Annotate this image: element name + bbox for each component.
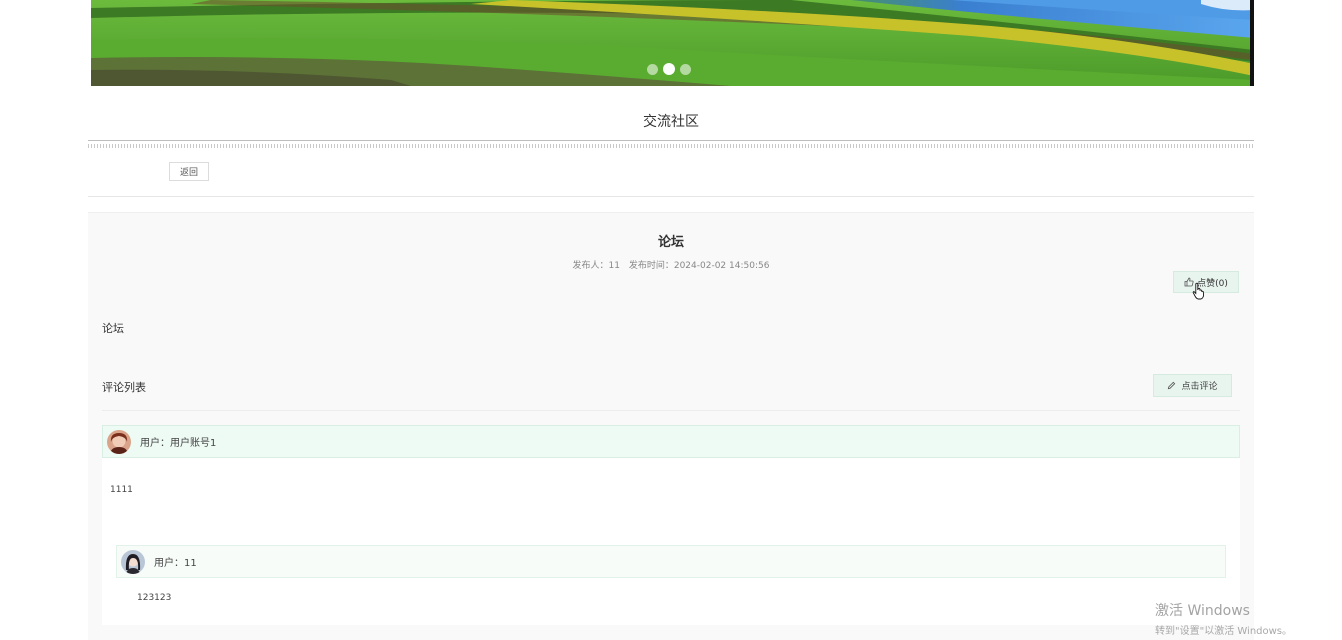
watermark-line-2: 转到"设置"以激活 Windows。 (1155, 626, 1293, 637)
banner-edge (1250, 0, 1254, 86)
reply-header: 用户：11 (116, 545, 1226, 578)
comment-user: 用户：用户账号1 (140, 438, 217, 449)
windows-activation-watermark: 激活 Windows 转到"设置"以激活 Windows。 (1155, 600, 1292, 637)
avatar (107, 429, 131, 454)
section-divider (88, 140, 1254, 141)
post-time: 发布时间：2024-02-02 14:50:56 (628, 261, 770, 271)
add-comment-button[interactable]: 点击评论 (1153, 374, 1232, 397)
comments-divider (102, 410, 1240, 411)
toolbar-divider (88, 196, 1254, 197)
comments-list-label: 评论列表 (102, 381, 146, 394)
like-button[interactable]: 点赞(0) (1173, 271, 1239, 293)
watermark-line-1: 激活 Windows (1155, 603, 1250, 619)
avatar (121, 549, 145, 574)
post-meta: 发布人：11 发布时间：2024-02-02 14:50:56 (88, 258, 1254, 271)
carousel-dots (647, 63, 691, 75)
reply-user: 用户：11 (154, 558, 197, 569)
comment-item: 用户：用户账号1 1111 用户：11 123123 (102, 425, 1240, 625)
comment-text: 1111 (110, 485, 133, 495)
banner-carousel[interactable] (91, 0, 1254, 86)
carousel-dot-2[interactable] (663, 63, 675, 75)
post-panel: 论坛 发布人：11 发布时间：2024-02-02 14:50:56 点赞(0)… (88, 212, 1254, 640)
pencil-icon (1168, 381, 1176, 390)
section-title: 交流社区 (643, 114, 699, 130)
hand-cursor-icon (1192, 282, 1205, 300)
carousel-dot-1[interactable] (647, 63, 658, 75)
carousel-dot-3[interactable] (680, 63, 691, 75)
add-comment-label: 点击评论 (1181, 382, 1218, 392)
back-button[interactable]: 返回 (169, 162, 209, 181)
post-body: 论坛 (102, 322, 124, 335)
post-title: 论坛 (657, 235, 684, 250)
section-divider-dotted (88, 144, 1254, 148)
page: 交流社区 返回 论坛 发布人：11 发布时间：2024-02-02 14:50:… (0, 0, 1342, 640)
comment-header: 用户：用户账号1 (102, 425, 1240, 458)
reply-text: 123123 (137, 593, 172, 603)
post-author: 发布人：11 (572, 261, 620, 271)
